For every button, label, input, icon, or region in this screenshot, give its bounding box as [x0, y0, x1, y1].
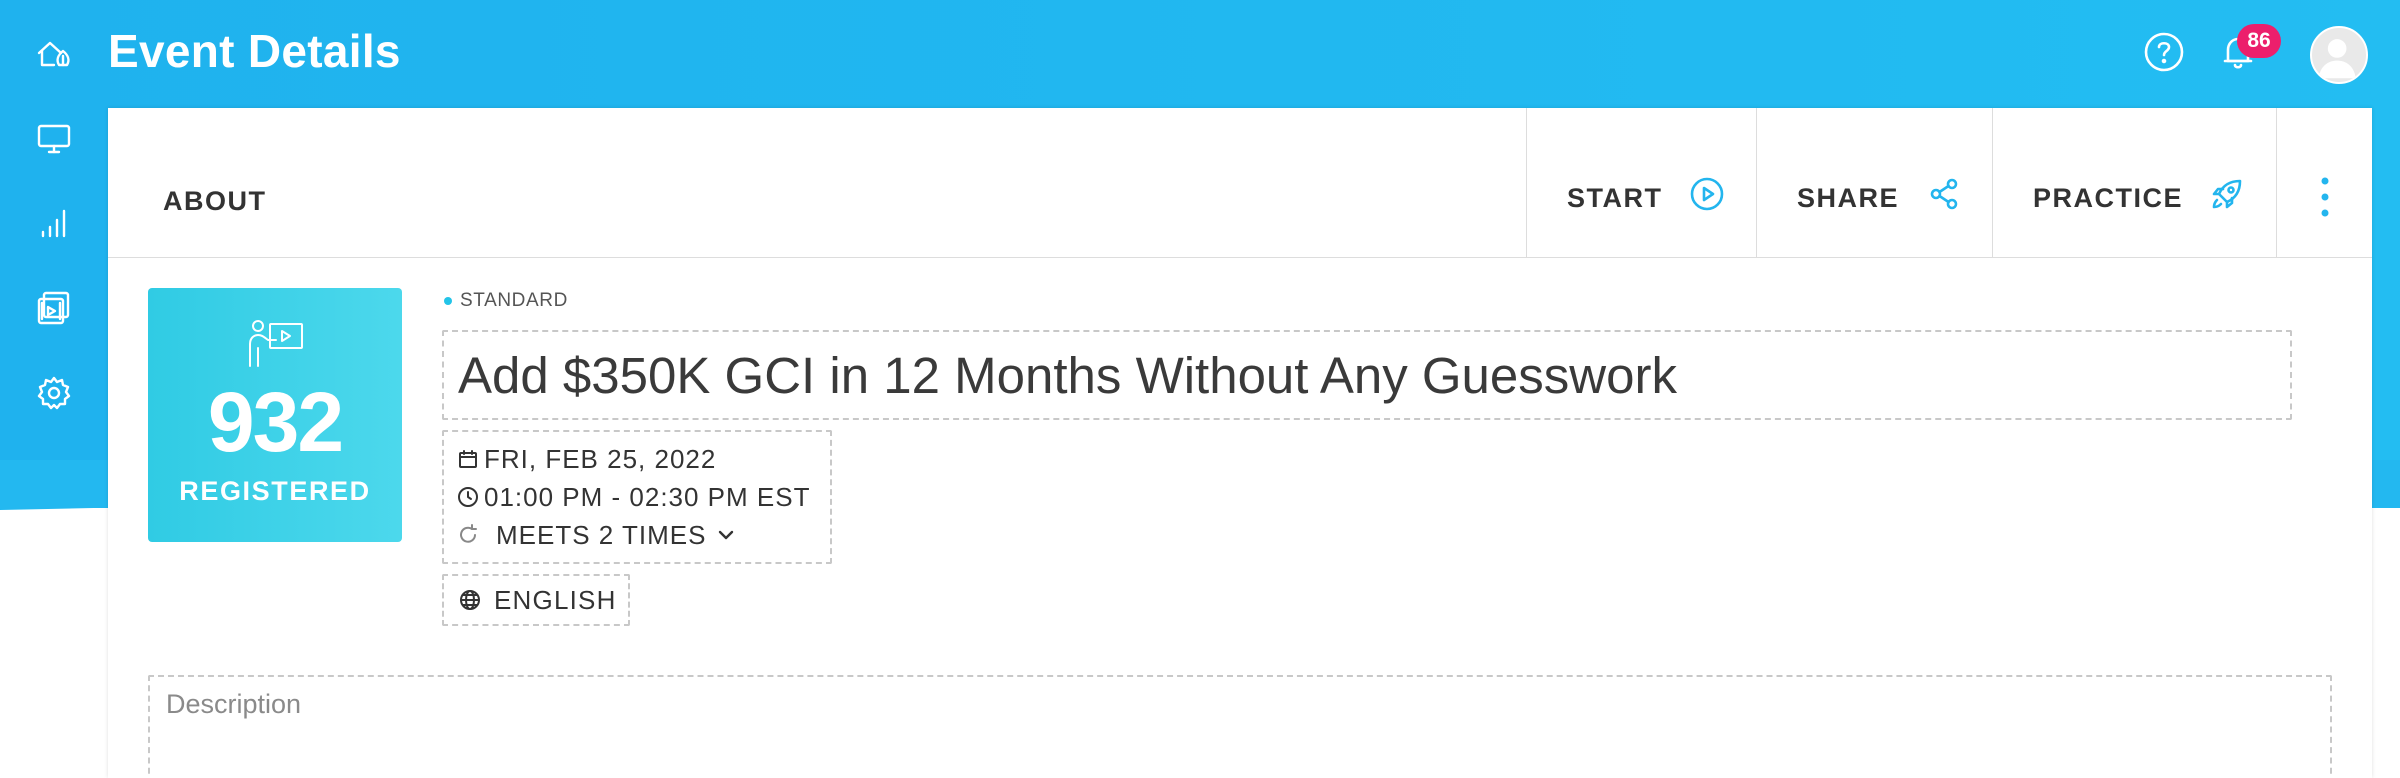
sidebar [0, 0, 108, 778]
share-icon [1930, 178, 1958, 210]
start-button-label: START [1567, 182, 1663, 213]
clock-icon [458, 487, 478, 507]
notification-count-badge: 86 [2237, 24, 2281, 58]
user-avatar[interactable] [2310, 26, 2368, 84]
type-indicator-dot [444, 297, 452, 305]
start-button[interactable]: START [1526, 108, 1756, 258]
rocket-icon [2212, 179, 2242, 209]
registered-count: 932 [207, 375, 344, 469]
globe-icon [460, 590, 480, 610]
user-silhouette-icon [2318, 39, 2356, 79]
language-label: ENGLISH [494, 584, 617, 615]
description-placeholder: Description [166, 689, 302, 719]
event-date: FRI, FEB 25, 2022 [484, 443, 717, 474]
chevron-down-icon [719, 530, 734, 540]
language-field[interactable]: ENGLISH [442, 574, 630, 626]
help-icon[interactable] [2140, 28, 2188, 76]
share-button-label: SHARE [1797, 182, 1900, 213]
analytics-icon[interactable] [30, 199, 78, 247]
event-schedule-field[interactable]: FRI, FEB 25, 2022 01:00 PM - 02:30 PM ES… [442, 430, 832, 564]
recurrence-label: MEETS 2 TIMES [496, 519, 707, 550]
event-type-label: STANDARD [460, 290, 568, 311]
registered-stat-tile: 932 REGISTERED [148, 288, 402, 542]
event-date-row: FRI, FEB 25, 2022 [456, 440, 818, 478]
settings-gear-icon[interactable] [30, 369, 78, 417]
description-field[interactable]: Description [148, 675, 2332, 778]
refresh-icon [460, 524, 477, 543]
event-title: Add $350K GCI in 12 Months Without Any G… [458, 347, 1677, 404]
media-library-icon[interactable] [30, 284, 78, 332]
event-time: 01:00 PM - 02:30 PM EST [484, 481, 811, 512]
calendar-icon [459, 450, 477, 468]
event-time-row: 01:00 PM - 02:30 PM EST [456, 478, 818, 516]
practice-button-label: PRACTICE [2033, 182, 2184, 213]
home-icon[interactable] [30, 30, 78, 78]
more-options-button[interactable] [2276, 108, 2372, 258]
practice-button[interactable]: PRACTICE [1992, 108, 2276, 258]
registered-label: REGISTERED [179, 476, 371, 506]
event-card: ABOUT START SHARE PRACTICE 932 REGISTERE… [108, 108, 2372, 778]
tab-about[interactable]: ABOUT [163, 186, 267, 217]
presenter-icon [246, 318, 306, 368]
event-type: STANDARD [444, 290, 568, 312]
kebab-menu-icon [2321, 177, 2328, 217]
recurrence-dropdown[interactable]: MEETS 2 TIMES [456, 516, 818, 554]
play-icon [1690, 177, 1723, 211]
event-title-field[interactable]: Add $350K GCI in 12 Months Without Any G… [442, 330, 2292, 420]
share-button[interactable]: SHARE [1756, 108, 1992, 258]
page-title: Event Details [108, 25, 401, 77]
monitor-icon[interactable] [30, 114, 78, 162]
card-header: ABOUT START SHARE PRACTICE [108, 108, 2372, 258]
